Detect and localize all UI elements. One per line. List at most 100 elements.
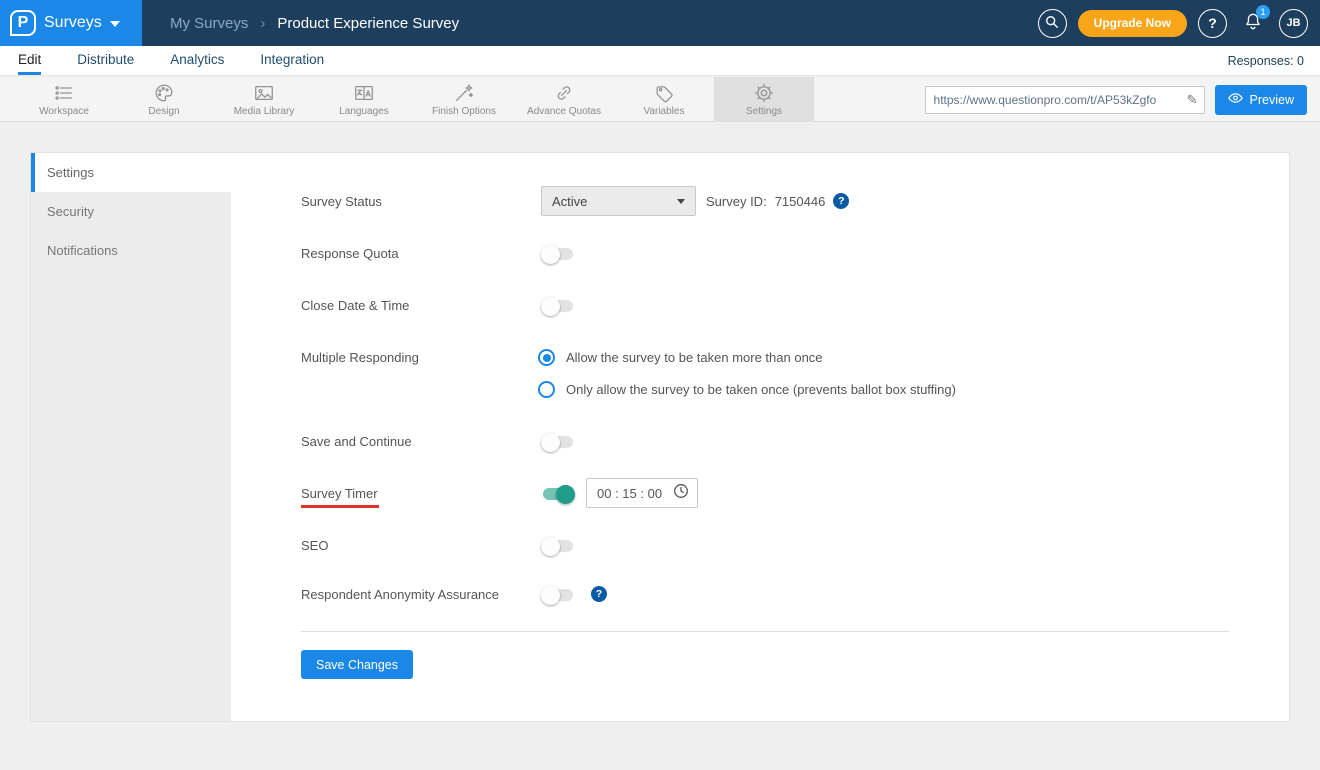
- response-quota-toggle[interactable]: [541, 244, 573, 264]
- respondent-anonymity-toggle[interactable]: [541, 585, 573, 605]
- survey-timer-label: Survey Timer: [301, 486, 378, 501]
- survey-id-group: Survey ID: 7150446 ?: [706, 193, 850, 209]
- chevron-down-icon: [677, 198, 685, 204]
- toggle-knob: [556, 484, 575, 504]
- toolbar-item-label: Variables: [643, 106, 685, 117]
- survey-url-input[interactable]: [933, 92, 1187, 107]
- toolbar-item-languages[interactable]: Languages: [314, 77, 414, 122]
- edit-url-icon[interactable]: ✎: [1187, 92, 1198, 108]
- save-changes-button[interactable]: Save Changes: [301, 650, 414, 679]
- breadcrumb: My Surveys › Product Experience Survey: [170, 0, 459, 46]
- survey-status-value: Active: [552, 193, 588, 209]
- tab-distribute[interactable]: Distribute: [77, 46, 134, 75]
- toolbar-item-advance-quotas[interactable]: Advance Quotas: [514, 77, 614, 122]
- workspace-icon: [53, 82, 75, 104]
- upgrade-now-button[interactable]: Upgrade Now: [1077, 9, 1187, 37]
- toggle-knob: [541, 296, 560, 316]
- multiple-responding-label: Multiple Responding: [301, 350, 419, 365]
- translate-icon: [353, 82, 375, 104]
- toolbar-item-design[interactable]: Design: [114, 77, 214, 122]
- help-icon[interactable]: ?: [833, 193, 850, 209]
- notifications-button[interactable]: 1: [1238, 5, 1270, 38]
- radio-option-label: Allow the survey to be taken more than o…: [566, 350, 823, 365]
- survey-timer-highlight: [301, 505, 379, 508]
- toggle-knob: [541, 536, 560, 556]
- palette-icon: [153, 82, 175, 104]
- breadcrumb-my-surveys[interactable]: My Surveys: [170, 15, 248, 32]
- notification-badge: 1: [1256, 5, 1270, 19]
- gear-icon: [753, 82, 775, 104]
- toolbar-item-label: Media Library: [233, 106, 295, 117]
- search-icon: [1045, 15, 1059, 32]
- radio-option-label: Only allow the survey to be taken once (…: [566, 382, 956, 397]
- toolbar-item-settings[interactable]: Settings: [714, 77, 814, 122]
- image-icon: [253, 82, 275, 104]
- survey-id-label: Survey ID:: [706, 193, 767, 209]
- survey-status-select[interactable]: Active: [541, 186, 696, 216]
- toolbar-item-workspace[interactable]: Workspace: [14, 77, 114, 122]
- clock-icon[interactable]: [673, 483, 689, 504]
- save-and-continue-label: Save and Continue: [301, 434, 412, 449]
- top-navigation-bar: P Surveys My Surveys › Product Experienc…: [0, 0, 1320, 46]
- breadcrumb-separator: ›: [260, 14, 266, 32]
- respondent-anonymity-label: Respondent Anonymity Assurance: [301, 587, 500, 602]
- toolbar-items: Workspace Design Media Library Languages…: [14, 77, 814, 122]
- form-divider: [301, 631, 1229, 632]
- sidebar-item-notifications[interactable]: Notifications: [31, 231, 231, 270]
- settings-sidebar: Settings Security Notifications: [31, 153, 231, 721]
- radio-option-more-than-once[interactable]: Allow the survey to be taken more than o…: [538, 349, 823, 366]
- toolbar-item-media-library[interactable]: Media Library: [214, 77, 314, 122]
- toggle-knob: [541, 585, 560, 605]
- avatar[interactable]: JB: [1279, 8, 1308, 38]
- share-controls: ✎ Preview: [924, 77, 1307, 122]
- topbar-actions: Upgrade Now ? 1 JB: [1037, 0, 1308, 46]
- brand-label: Surveys: [44, 14, 102, 31]
- survey-tabs-bar: Edit Distribute Analytics Integration Re…: [0, 46, 1320, 76]
- radio-selected-icon[interactable]: [538, 349, 555, 366]
- search-button[interactable]: [1037, 8, 1067, 38]
- magic-wand-icon: [453, 82, 475, 104]
- toggle-knob: [541, 244, 560, 264]
- questionpro-logo: P: [10, 10, 36, 36]
- survey-timer-input[interactable]: [597, 485, 667, 501]
- seo-label: SEO: [301, 538, 329, 553]
- tab-analytics[interactable]: Analytics: [170, 46, 224, 75]
- survey-id-value: 7150446: [774, 193, 826, 209]
- toolbar-item-label: Design: [148, 106, 180, 117]
- toolbar-item-label: Workspace: [39, 106, 89, 117]
- radio-option-only-once[interactable]: Only allow the survey to be taken once (…: [538, 381, 956, 398]
- edit-toolbar: Workspace Design Media Library Languages…: [0, 77, 1320, 122]
- survey-status-label: Survey Status: [301, 194, 382, 209]
- tag-icon: [653, 82, 675, 104]
- help-button[interactable]: ?: [1198, 8, 1227, 38]
- settings-panel: Settings Security Notifications Survey S…: [30, 152, 1290, 722]
- preview-label: Preview: [1249, 92, 1294, 107]
- save-and-continue-toggle[interactable]: [541, 432, 573, 452]
- toolbar-item-label: Advance Quotas: [527, 106, 601, 117]
- survey-url-box: ✎: [924, 85, 1205, 114]
- responses-count[interactable]: Responses: 0: [1228, 46, 1304, 76]
- toolbar-item-variables[interactable]: Variables: [614, 77, 714, 122]
- help-icon[interactable]: ?: [591, 586, 607, 602]
- response-quota-label: Response Quota: [301, 246, 399, 261]
- toolbar-item-label: Finish Options: [432, 106, 496, 117]
- sidebar-item-settings[interactable]: Settings: [31, 153, 231, 192]
- close-date-time-label: Close Date & Time: [301, 298, 410, 313]
- tab-integration[interactable]: Integration: [260, 46, 324, 75]
- seo-toggle[interactable]: [541, 536, 573, 556]
- preview-button[interactable]: Preview: [1214, 84, 1307, 115]
- eye-icon: [1227, 92, 1243, 107]
- toolbar-item-label: Settings: [745, 106, 783, 117]
- survey-timer-input-box: [586, 478, 698, 508]
- surveys-menu[interactable]: P Surveys: [0, 0, 142, 46]
- toolbar-item-finish-options[interactable]: Finish Options: [414, 77, 514, 122]
- close-date-time-toggle[interactable]: [541, 296, 573, 316]
- tab-edit[interactable]: Edit: [18, 46, 42, 75]
- survey-timer-toggle[interactable]: [543, 484, 575, 504]
- chevron-down-icon: [109, 21, 120, 27]
- radio-unselected-icon[interactable]: [538, 381, 555, 398]
- page-title: Product Experience Survey: [277, 14, 460, 32]
- sidebar-item-security[interactable]: Security: [31, 192, 231, 231]
- toggle-knob: [541, 432, 560, 452]
- toolbar-item-label: Languages: [339, 106, 389, 117]
